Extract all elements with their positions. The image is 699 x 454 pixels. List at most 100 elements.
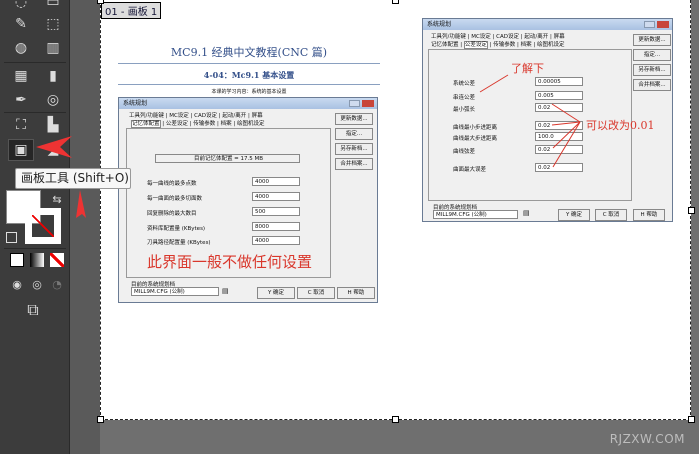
slice-icon[interactable]: ◢ xyxy=(42,140,64,160)
update-button[interactable]: 更新数据... xyxy=(335,113,373,125)
screen-mode-icon[interactable]: ⧉ xyxy=(22,300,44,320)
field-input[interactable]: 4000 xyxy=(252,192,300,201)
symbol-sprayer-icon[interactable]: ⛶ xyxy=(10,115,32,135)
eyedropper-icon[interactable]: ✒ xyxy=(10,90,32,110)
artboard-handle[interactable] xyxy=(392,0,399,4)
free-transform-icon[interactable]: ⬚ xyxy=(42,14,64,34)
tooltip: 画板工具 (Shift+O) xyxy=(15,168,131,189)
tab[interactable]: 传输参数 xyxy=(193,121,215,127)
field-input[interactable]: 0.02 xyxy=(535,121,583,130)
tab[interactable]: 档案 xyxy=(521,42,532,48)
canvas-gutter xyxy=(70,0,100,454)
update-button[interactable]: 更新数据... xyxy=(633,34,671,46)
config-select[interactable]: MILL9M.CFG (公制) xyxy=(131,287,219,296)
default-colors-icon[interactable] xyxy=(6,232,17,243)
artboard-label[interactable]: 01 - 画板 1 xyxy=(101,2,162,19)
dialog-title: 系统规划 xyxy=(119,98,377,109)
field-input[interactable]: 4000 xyxy=(252,177,300,186)
cancel-button[interactable]: C 取消 xyxy=(297,287,335,299)
artboard-handle[interactable] xyxy=(688,207,695,214)
save-as-button[interactable]: 另存新档... xyxy=(335,143,373,155)
tab[interactable]: 绘图机设定 xyxy=(237,121,265,127)
field-label: 最小弧长 xyxy=(453,107,476,113)
field-input[interactable]: 500 xyxy=(252,207,300,216)
help-icon[interactable] xyxy=(349,100,360,107)
lasso-icon[interactable]: ◌ xyxy=(10,0,32,12)
specify-button[interactable]: 指定... xyxy=(633,49,671,61)
field-input[interactable]: 0.005 xyxy=(535,91,583,100)
field-label: 曲线弦差 xyxy=(453,149,476,155)
tab[interactable]: 档案 xyxy=(221,121,232,127)
tab-active[interactable]: 记忆体配置 xyxy=(131,120,161,128)
tab[interactable]: 公差设定 xyxy=(166,121,188,127)
field-input[interactable]: 0.02 xyxy=(535,103,583,112)
field-label: 每一曲面的最多切面数 xyxy=(147,196,203,202)
artboard-stack-icon[interactable]: ▭ xyxy=(42,0,64,12)
system-config-dialog-right: 系统规划 工具列/功能键 | MC设定 | CAD设定 | 起动/离开 | 屏幕… xyxy=(422,18,673,222)
field-input[interactable]: 8000 xyxy=(252,222,300,231)
gradient-mode-icon[interactable] xyxy=(30,253,44,267)
field-label: 曲线最小步进距离 xyxy=(453,125,498,131)
color-mode-icon[interactable] xyxy=(10,253,24,267)
document-subtitle: 4-04：Mc9.1 基本设置 xyxy=(203,70,295,80)
artboard-handle[interactable] xyxy=(392,416,399,423)
field-input[interactable]: 0.00005 xyxy=(535,77,583,86)
help-button[interactable]: H 帮助 xyxy=(337,287,375,299)
field-label: 每一曲线的最多点数 xyxy=(147,181,197,187)
close-icon[interactable] xyxy=(657,21,669,28)
tools-panel: ◌ ▭ ✎ ⬚ ◍ ▥ ▦ ▮ ✒ ◎ ⛶ ▙ ▣ ◢ ⇆ ◉ ◎ ◔ ⧉ xyxy=(0,0,70,454)
draw-inside-icon[interactable]: ◔ xyxy=(46,275,68,295)
annotation-no-setting: 此界面一般不做任何设置 xyxy=(147,253,313,271)
stroke-swatch[interactable] xyxy=(25,208,61,244)
tab-active[interactable]: 公差设定 xyxy=(463,41,488,49)
field-label: 串连公差 xyxy=(453,95,476,101)
ok-button[interactable]: Y 确定 xyxy=(558,209,590,221)
field-input[interactable]: 4000 xyxy=(252,236,300,245)
field-label: 曲面最大误差 xyxy=(453,167,487,173)
annotation-learn: 了解下 xyxy=(511,62,544,75)
merge-button[interactable]: 合并档案... xyxy=(335,158,373,170)
tab[interactable]: 记忆体配置 xyxy=(431,42,459,48)
shape-builder-icon[interactable]: ◍ xyxy=(10,38,32,58)
system-config-dialog-left: 系统规划 工具列/功能键 | MC设定 | CAD设定 | 起动/离开 | 屏幕… xyxy=(118,97,378,303)
folder-icon[interactable]: ▤ xyxy=(523,209,530,217)
config-select[interactable]: MILL9M.CFG (公制) xyxy=(433,210,518,219)
blend-icon[interactable]: ◎ xyxy=(42,90,64,110)
merge-button[interactable]: 合并档案... xyxy=(633,79,671,91)
artboard-handle[interactable] xyxy=(97,416,104,423)
cancel-button[interactable]: C 取消 xyxy=(595,209,627,221)
draw-behind-icon[interactable]: ◎ xyxy=(26,275,48,295)
field-input[interactable]: 100.0 xyxy=(535,132,583,141)
help-icon[interactable] xyxy=(644,21,655,28)
document-intro: 本课的学习内容：系统的基本设置 xyxy=(211,89,287,95)
artboard-handle[interactable] xyxy=(688,416,695,423)
mesh-icon[interactable]: ▦ xyxy=(10,66,32,86)
memory-readout: 目前记忆体配置 = 17.5 MB xyxy=(155,154,300,163)
tab[interactable]: 传输参数 xyxy=(493,42,515,48)
help-button[interactable]: H 帮助 xyxy=(633,209,665,221)
save-as-button[interactable]: 另存新档... xyxy=(633,64,671,76)
tab[interactable]: 绘图机设定 xyxy=(537,42,565,48)
column-graph-icon[interactable]: ▙ xyxy=(42,115,64,135)
none-mode-icon[interactable] xyxy=(50,253,64,267)
field-input[interactable]: 0.02 xyxy=(535,145,583,154)
artboard-tool-icon[interactable]: ▣ xyxy=(8,139,34,161)
dialog-title: 系统规划 xyxy=(423,19,672,30)
specify-button[interactable]: 指定... xyxy=(335,128,373,140)
field-input[interactable]: 0.02 xyxy=(535,163,583,172)
swap-colors-icon[interactable]: ⇆ xyxy=(46,190,68,210)
gradient-icon[interactable]: ▮ xyxy=(42,66,64,86)
artboard-handle[interactable] xyxy=(97,0,104,4)
annotation-change-to: 可以改为0.01 xyxy=(586,119,655,132)
field-label: 资料库配置量 (KBytes) xyxy=(147,226,206,232)
document-title: MC9.1 经典中文教程(CNC 篇) xyxy=(170,46,328,59)
field-label: 系统公差 xyxy=(453,81,476,87)
close-icon[interactable] xyxy=(362,100,374,107)
draw-normal-icon[interactable]: ◉ xyxy=(6,275,28,295)
watermark: RJZXW.COM xyxy=(609,432,685,446)
puppet-warp-icon[interactable]: ✎ xyxy=(10,14,32,34)
folder-icon[interactable]: ▤ xyxy=(222,287,229,295)
ok-button[interactable]: Y 确定 xyxy=(257,287,295,299)
perspective-grid-icon[interactable]: ▥ xyxy=(42,38,64,58)
field-label: 曲线最大步进距离 xyxy=(453,136,498,142)
